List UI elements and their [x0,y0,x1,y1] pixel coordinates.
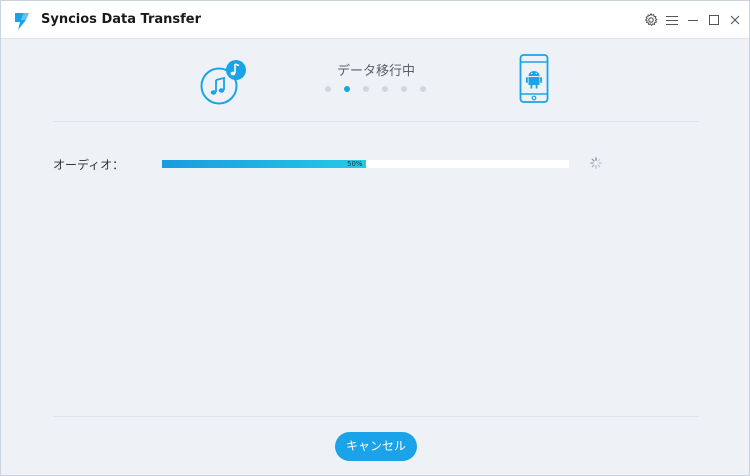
audio-label: オーディオ： [53,158,125,172]
maximize-button[interactable] [704,10,724,30]
audio-progress-fill [162,160,366,168]
cancel-button[interactable]: キャンセル [335,432,417,461]
step-indicator [323,86,433,94]
audio-progress-bar: 50% [162,160,569,168]
footer-divider [53,416,699,417]
settings-button[interactable] [641,10,661,30]
hamburger-icon [666,16,678,25]
maximize-icon [709,15,719,25]
title-bar: Syncios Data Transfer [1,1,749,39]
app-window: Syncios Data Transfer データ移行中 オーディオ： 50% … [0,0,750,476]
menu-button[interactable] [662,10,682,30]
close-button[interactable] [725,10,745,30]
transfer-status-title: データ移行中 [336,64,415,79]
minimize-icon [688,20,698,21]
app-title: Syncios Data Transfer [41,12,202,27]
syncios-logo-icon [15,13,29,30]
gear-icon [644,13,658,27]
minimize-button[interactable] [683,10,703,30]
step-dot-2-active [344,86,350,92]
android-phone-icon [519,54,549,103]
step-dot-1 [325,86,331,92]
step-dot-6 [420,86,426,92]
audio-progress-text: 50% [347,160,363,168]
close-icon [730,15,740,25]
transfer-header: データ移行中 [53,39,699,122]
music-note-icon [200,60,246,105]
step-dot-5 [401,86,407,92]
window-controls [640,10,745,30]
step-dot-3 [363,86,369,92]
loading-spinner-icon [590,157,602,169]
step-dot-4 [382,86,388,92]
